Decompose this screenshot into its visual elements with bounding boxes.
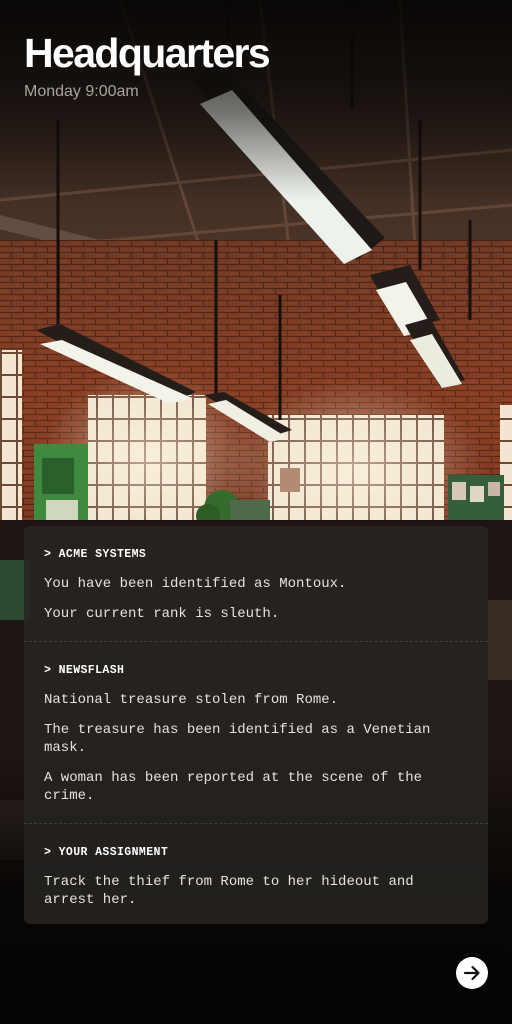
game-screen: Headquarters Monday 9:00am > ACME SYSTEM… [0, 0, 512, 1024]
briefing-line: National treasure stolen from Rome. [44, 692, 339, 708]
location-header: Headquarters Monday 9:00am [24, 30, 271, 102]
next-button[interactable] [456, 957, 488, 989]
section-heading: > NEWSFLASH [44, 664, 125, 677]
briefing-card: > ACME SYSTEMS You have been identified … [24, 526, 488, 924]
briefing-line: You have been identified as Montoux. [44, 576, 347, 592]
briefing-line: A woman has been reported at the scene o… [44, 770, 423, 804]
briefing-line: Track the thief from Rome to her hideout… [44, 874, 414, 908]
briefing-section-your-assignment: > YOUR ASSIGNMENT Track the thief from R… [24, 824, 488, 924]
section-heading: > YOUR ASSIGNMENT [44, 846, 169, 859]
briefing-line: The treasure has been identified as a Ve… [44, 722, 431, 756]
arrow-right-icon [463, 965, 480, 981]
briefing-line: Your current rank is sleuth. [44, 606, 280, 622]
briefing-section-newsflash: > NEWSFLASH National treasure stolen fro… [24, 642, 488, 824]
game-time: Monday 9:00am [24, 83, 139, 100]
section-heading: > ACME SYSTEMS [44, 548, 147, 561]
location-title: Headquarters [24, 30, 271, 76]
briefing-section-acme-systems: > ACME SYSTEMS You have been identified … [24, 526, 488, 642]
